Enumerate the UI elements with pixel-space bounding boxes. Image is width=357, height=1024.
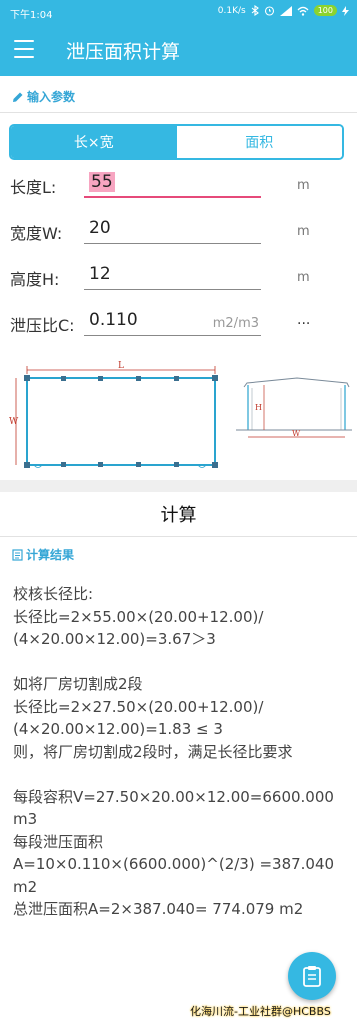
status-icons: 0.1K/s 100 xyxy=(218,5,349,16)
signal-icon xyxy=(279,5,292,16)
result-line: (4×20.00×12.00)=3.67＞3 xyxy=(13,630,216,648)
app-bar: 泄压面积计算 xyxy=(0,24,357,76)
ratio-more-button[interactable]: ... xyxy=(297,312,310,328)
plan-view: L W xyxy=(9,361,218,468)
elevation-view: H W xyxy=(236,377,352,438)
section-separator xyxy=(0,480,357,492)
result-line: 每段泄压面积 xyxy=(13,832,104,851)
wifi-icon xyxy=(297,6,309,16)
result-line: (4×20.00×12.00)=1.83 ≤ 3 xyxy=(13,720,223,738)
input-section-title: 输入参数 xyxy=(27,90,76,104)
mode-tabs: 长×宽 面积 xyxy=(9,124,344,160)
document-icon xyxy=(12,548,23,561)
menu-icon[interactable] xyxy=(14,40,34,58)
elevation-height-label: H xyxy=(255,403,262,412)
calculate-button[interactable]: 计算 xyxy=(0,492,357,536)
height-unit: m xyxy=(297,270,310,285)
plan-length-label: L xyxy=(118,361,124,371)
status-bar: 下午1:04 0.1K/s 100 xyxy=(0,0,357,24)
building-diagram: L W H W xyxy=(9,361,352,468)
height-input[interactable]: 12 xyxy=(84,260,261,290)
plan-width-label: W xyxy=(9,417,19,427)
width-unit: m xyxy=(297,224,310,239)
width-input[interactable]: 20 xyxy=(84,214,261,244)
elevation-width-label: W xyxy=(292,429,301,438)
report-fab-button[interactable] xyxy=(288,952,336,1000)
watermark: 化海川流-工业社群@HCBBS xyxy=(190,1005,331,1018)
ratio-row: 泄压比C: 0.110 m2/m3 ... xyxy=(0,304,357,344)
result-line: m2 xyxy=(13,877,38,896)
result-section-title: 计算结果 xyxy=(26,548,75,562)
status-time: 下午1:04 xyxy=(10,10,53,21)
length-value: 55 xyxy=(89,172,115,192)
length-label: 长度L: xyxy=(10,178,57,197)
result-line: 校核长径比: xyxy=(13,585,94,603)
battery-icon: 100 xyxy=(313,5,337,16)
length-input[interactable]: 55 xyxy=(84,168,261,198)
result-line: 长径比=2×27.50×(20.00+12.00)/ xyxy=(13,697,264,716)
charging-icon xyxy=(342,5,349,16)
result-line: 每段容积V=27.50×20.00×12.00=6600.000 xyxy=(13,787,334,806)
net-speed: 0.1K/s xyxy=(217,5,246,16)
divider xyxy=(0,112,357,113)
ratio-label: 泄压比C: xyxy=(10,316,75,335)
alarm-icon xyxy=(264,6,274,16)
width-row: 宽度W: 20 m xyxy=(0,212,357,252)
ratio-unit-hint: m2/m3 xyxy=(212,316,259,331)
result-line: 如将厂房切割成2段 xyxy=(13,675,143,693)
clipboard-icon xyxy=(303,966,321,987)
tab-length-width[interactable]: 长×宽 xyxy=(11,126,177,158)
result-text: 校核长径比: 长径比=2×55.00×(20.00+12.00)/ (4×20.… xyxy=(13,583,353,921)
result-line: 总泄压面积A=2×387.040= 774.079 m2 xyxy=(13,900,304,918)
result-line: m3 xyxy=(13,810,38,828)
input-section-heading: 输入参数 xyxy=(12,88,75,105)
result-line: A=10×0.110×(6600.000)^(2/3) =387.040 xyxy=(13,855,335,873)
height-row: 高度H: 12 m xyxy=(0,258,357,298)
result-line: 长径比=2×55.00×(20.00+12.00)/ xyxy=(13,607,264,626)
width-label: 宽度W: xyxy=(10,224,63,243)
height-label: 高度H: xyxy=(10,270,60,289)
tab-area[interactable]: 面积 xyxy=(176,126,342,158)
length-unit: m xyxy=(297,178,310,193)
divider xyxy=(0,536,357,537)
pencil-icon xyxy=(13,92,23,102)
bluetooth-icon xyxy=(251,5,259,16)
result-line: 则，将厂房切割成2段时，满足长径比要求 xyxy=(13,742,293,761)
length-row: 长度L: 55 m xyxy=(0,166,357,206)
result-section-heading: 计算结果 xyxy=(12,546,74,563)
app-title: 泄压面积计算 xyxy=(66,41,181,63)
